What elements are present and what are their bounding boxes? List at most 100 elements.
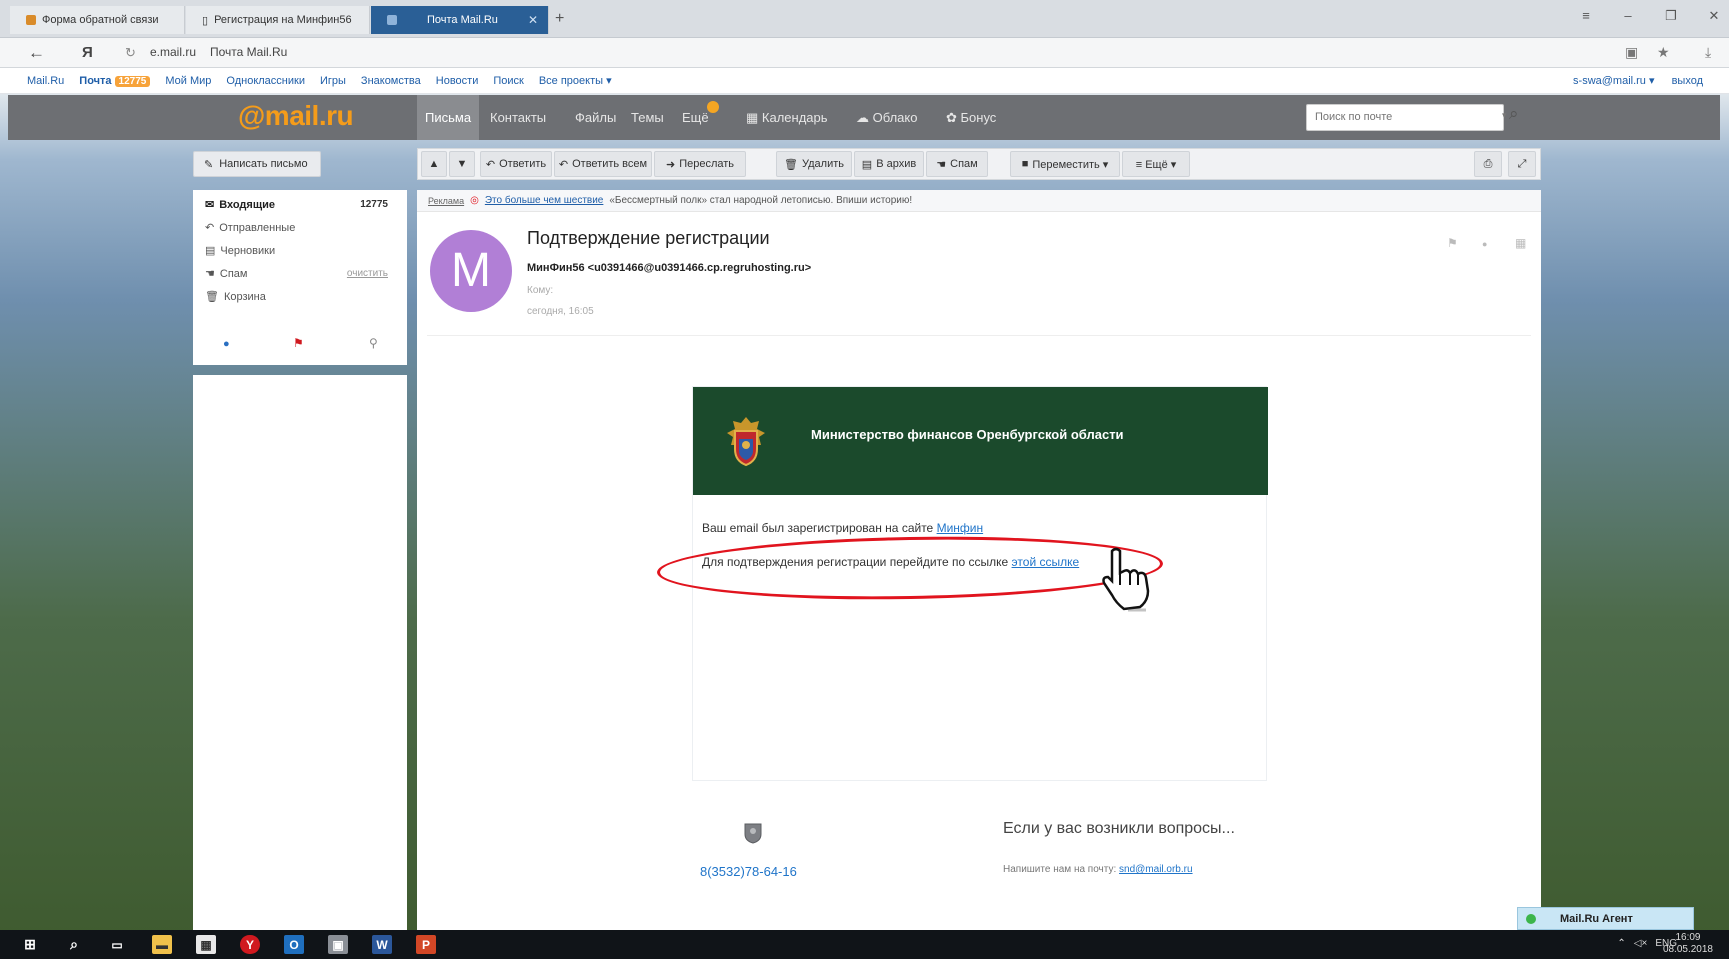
footer-email-link[interactable]: snd@mail.orb.ru xyxy=(1119,864,1193,875)
forward-label: Переслать xyxy=(679,158,735,170)
portal-link-mailru[interactable]: Mail.Ru xyxy=(27,75,64,87)
archive-button[interactable]: ▤ В архив xyxy=(854,151,924,177)
folder-drafts[interactable]: ▤ Черновики xyxy=(205,244,400,258)
nav-calendar[interactable]: ▦ Календарь xyxy=(738,95,836,140)
reply-all-button[interactable]: ↶ Ответить всем xyxy=(554,151,652,177)
unread-filter-icon[interactable]: ● xyxy=(223,338,230,350)
clear-spam-link[interactable]: очистить xyxy=(347,268,388,279)
portal-link-ok[interactable]: Одноклассники xyxy=(226,75,305,87)
agent-status-icon xyxy=(1526,913,1536,924)
app-icon[interactable]: ▣ xyxy=(328,935,348,954)
file-explorer-icon[interactable]: ▬ xyxy=(152,935,172,954)
task-view-icon[interactable]: ▭ xyxy=(107,935,127,954)
yandex-browser-icon[interactable]: Y xyxy=(240,935,260,954)
ad-link[interactable]: Это больше чем шествие xyxy=(485,195,604,206)
portal-link-mail[interactable]: Почта 12775 xyxy=(79,75,151,87)
portal-link-dating[interactable]: Знакомства xyxy=(361,75,421,87)
mail-favicon-icon xyxy=(387,15,397,25)
user-email[interactable]: s-swa@mail.ru ▾ xyxy=(1573,75,1654,87)
calculator-icon[interactable]: ▦ xyxy=(196,935,216,954)
tray-chevron-icon[interactable]: ⌃ xyxy=(1617,938,1625,949)
folder-trash[interactable]: 🗑︎ Корзина xyxy=(205,290,400,304)
move-button[interactable]: ■ Переместить ▾ xyxy=(1010,151,1120,177)
next-message-button[interactable]: ▼ xyxy=(449,151,475,177)
fullscreen-button[interactable]: ⤢ xyxy=(1508,151,1536,177)
browser-tab-strip: Форма обратной связи ▯ Регистрация на Ми… xyxy=(0,0,1729,38)
url-page-title[interactable]: Почта Mail.Ru xyxy=(210,45,287,59)
print-icon: ⎙ xyxy=(1483,157,1493,170)
mailru-agent-button[interactable]: Mail.Ru Агент xyxy=(1517,907,1694,930)
coat-of-arms-icon xyxy=(727,417,765,467)
portal-link-search[interactable]: Поиск xyxy=(493,75,523,87)
message-subject: Подтверждение регистрации xyxy=(527,228,770,248)
message-from[interactable]: МинФин56 <u0391466@u0391466.cp.regruhost… xyxy=(527,262,811,274)
search-dropdown-icon[interactable]: ▾ xyxy=(1502,110,1507,121)
reply-button[interactable]: ↶ Ответить xyxy=(480,151,552,177)
registered-label: Ваш email был зарегистрирован на сайте xyxy=(702,521,934,535)
search-icon[interactable]: ⌕ xyxy=(64,935,84,954)
more-button[interactable]: ≡ Ещё ▾ xyxy=(1122,151,1190,177)
powerpoint-icon[interactable]: P xyxy=(416,935,436,954)
nav-themes[interactable]: Темы xyxy=(623,95,672,140)
new-tab-button[interactable]: + xyxy=(555,10,564,28)
folder-sent[interactable]: ↶ Отправленные xyxy=(205,221,400,235)
browser-tab-registration[interactable]: ▯ Регистрация на Минфин56 xyxy=(186,6,370,34)
reply-icon: ↶ xyxy=(485,158,496,171)
url-host[interactable]: e.mail.ru xyxy=(150,45,196,59)
nav-contacts[interactable]: Контакты xyxy=(482,95,554,140)
clock-date: 08.05.2018 xyxy=(1662,944,1713,955)
calendar-small-icon[interactable]: ▦ xyxy=(1515,236,1526,250)
search-input[interactable] xyxy=(1307,105,1457,129)
footer-phone[interactable]: 8(3532)78-64-16 xyxy=(700,864,797,879)
folder-label: Входящие xyxy=(219,198,275,211)
word-icon[interactable]: W xyxy=(372,935,392,954)
mailru-logo[interactable]: @mail.ru xyxy=(238,100,354,132)
flag-icon[interactable]: ⚑ xyxy=(1447,236,1458,250)
volume-icon[interactable]: ◁× xyxy=(1634,938,1648,949)
browser-tab-feedback[interactable]: Форма обратной связи xyxy=(10,6,185,34)
portal-link-myworld[interactable]: Мой Мир xyxy=(165,75,211,87)
trash-icon: 🗑︎ xyxy=(784,158,798,171)
print-button[interactable]: ⎙ xyxy=(1474,151,1502,177)
message-toolbar: ▲ ▼ ↶ Ответить ↶ Ответить всем ➜ Переслать … xyxy=(417,148,1541,180)
folder-spam[interactable]: ☚ Спам очистить xyxy=(205,267,400,281)
prev-message-button[interactable]: ▲ xyxy=(421,151,447,177)
reader-mode-icon[interactable]: ▣ xyxy=(1625,44,1638,61)
maximize-icon[interactable]: ❐ xyxy=(1658,8,1684,24)
close-window-icon[interactable]: ✕ xyxy=(1701,8,1727,24)
folder-inbox[interactable]: ✉ Входящие 12775 xyxy=(205,198,400,212)
spam-button[interactable]: ☚ Спам xyxy=(926,151,988,177)
attachment-filter-icon[interactable]: ⚲ xyxy=(369,336,378,350)
nav-files[interactable]: Файлы xyxy=(567,95,624,140)
portal-link-news[interactable]: Новости xyxy=(436,75,479,87)
flag-filter-icon[interactable]: ⚑ xyxy=(293,336,304,350)
reply-all-label: Ответить всем xyxy=(572,158,648,170)
reload-icon[interactable]: ↻ xyxy=(125,45,136,61)
footer-write: Напишите нам на почту: snd@mail.orb.ru xyxy=(1003,864,1193,875)
logout-link[interactable]: выход xyxy=(1672,75,1703,87)
forward-button[interactable]: ➜ Переслать xyxy=(654,151,746,177)
windows-start-icon[interactable]: ⊞ xyxy=(20,935,40,954)
download-icon[interactable]: ⤓ xyxy=(1705,44,1711,61)
minfin-link[interactable]: Минфин xyxy=(937,521,984,535)
read-status-icon[interactable]: ● xyxy=(1482,239,1487,249)
nav-bonus[interactable]: ✿ Бонус xyxy=(938,95,1004,140)
minimize-icon[interactable]: – xyxy=(1615,8,1641,23)
portal-link-all-projects[interactable]: Все проекты ▾ xyxy=(539,74,612,87)
bookmark-star-icon[interactable]: ★ xyxy=(1657,44,1670,61)
portal-link-games[interactable]: Игры xyxy=(320,75,346,87)
search-icon[interactable]: ⌕ xyxy=(1509,104,1519,124)
nav-letters[interactable]: Письма xyxy=(417,95,480,140)
outlook-icon[interactable]: O xyxy=(284,935,304,954)
nav-cloud[interactable]: ☁ Облако xyxy=(848,95,925,140)
message-date: сегодня, 16:05 xyxy=(527,306,594,317)
browser-tab-mail[interactable]: Почта Mail.Ru ✕ xyxy=(371,6,549,34)
yandex-logo-icon[interactable]: Я xyxy=(82,44,93,61)
nav-bonus-label: Бонус xyxy=(960,110,997,125)
system-clock[interactable]: 16:09 08.05.2018 xyxy=(1663,932,1713,956)
delete-button[interactable]: 🗑︎ Удалить xyxy=(776,151,852,177)
compose-button[interactable]: ✎ Написать письмо xyxy=(193,151,321,177)
menu-icon[interactable]: ≡ xyxy=(1573,8,1599,23)
close-tab-icon[interactable]: ✕ xyxy=(528,13,538,27)
back-arrow-icon[interactable]: ← xyxy=(28,43,45,63)
